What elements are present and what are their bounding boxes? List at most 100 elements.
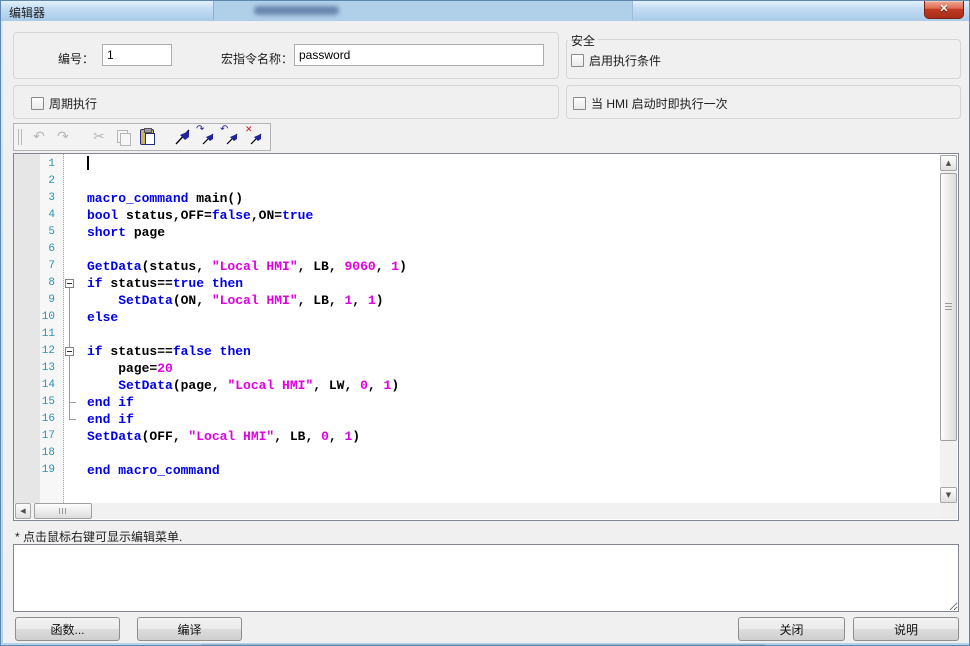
code-text[interactable]: short page <box>79 224 165 241</box>
paste-icon <box>140 129 154 145</box>
fold-margin <box>61 394 79 411</box>
scrollbar-corner <box>940 503 957 519</box>
code-text[interactable]: SetData(OFF, "Local HMI", LB, 0, 1) <box>79 428 360 445</box>
redo-button[interactable]: ↷ <box>52 126 74 148</box>
fold-margin <box>61 411 79 428</box>
scroll-up-button[interactable]: ▲ <box>940 155 957 171</box>
title-bar[interactable]: 编辑器 <box>1 1 970 21</box>
line-number: 19 <box>14 462 61 479</box>
code-line: 13 page=20 <box>14 360 940 377</box>
toolbar-grip[interactable] <box>18 129 22 145</box>
startup-label: 当 HMI 启动时即执行一次 <box>591 95 728 112</box>
code-line: 14 SetData(page, "Local HMI", LW, 0, 1) <box>14 377 940 394</box>
macro-name-input[interactable] <box>294 44 544 66</box>
cut-icon: ✂ <box>93 129 105 145</box>
code-line: 6 <box>14 241 940 258</box>
line-number: 14 <box>14 377 61 394</box>
fold-margin <box>61 428 79 445</box>
code-line: 2 <box>14 173 940 190</box>
copy-button[interactable] <box>112 126 134 148</box>
code-text[interactable]: end macro_command <box>79 462 220 479</box>
bookmark-prev-button[interactable]: ↶ <box>220 126 242 148</box>
compile-message-box[interactable] <box>13 544 959 612</box>
code-line: 5 short page <box>14 224 940 241</box>
code-line: 8 if status==true then <box>14 275 940 292</box>
code-line: 12 if status==false then <box>14 343 940 360</box>
functions-button[interactable]: 函数... <box>15 617 120 641</box>
code-line: 18 <box>14 445 940 462</box>
fold-margin <box>61 190 79 207</box>
fold-margin <box>61 241 79 258</box>
code-text[interactable] <box>79 445 87 462</box>
code-line: 7GetData(status, "Local HMI", LB, 9060, … <box>14 258 940 275</box>
vertical-scrollbar[interactable]: ▲ ▼ <box>940 155 957 503</box>
code-text[interactable]: SetData(page, "Local HMI", LW, 0, 1) <box>79 377 399 394</box>
code-editor[interactable]: 123macro_command main()4bool status,OFF=… <box>13 153 959 521</box>
line-number: 1 <box>14 156 61 173</box>
code-text[interactable]: if status==true then <box>79 275 243 292</box>
close-window-button[interactable]: ✕ <box>924 1 964 19</box>
fold-margin <box>61 326 79 343</box>
help-button[interactable]: 说明 <box>853 617 959 641</box>
enable-condition-row: 启用执行条件 <box>571 52 661 69</box>
scroll-left-button[interactable]: ◀ <box>15 503 31 519</box>
fold-margin <box>61 258 79 275</box>
code-text[interactable]: GetData(status, "Local HMI", LB, 9060, 1… <box>79 258 407 275</box>
code-text[interactable] <box>79 241 87 258</box>
code-lines[interactable]: 123macro_command main()4bool status,OFF=… <box>14 156 940 502</box>
code-text[interactable] <box>79 326 87 343</box>
code-line: 11 <box>14 326 940 343</box>
periodic-label: 周期执行 <box>49 95 97 112</box>
code-text[interactable]: macro_command main() <box>79 190 243 207</box>
close-button[interactable]: 关闭 <box>738 617 845 641</box>
vertical-scroll-thumb[interactable] <box>940 173 957 441</box>
fold-margin <box>61 445 79 462</box>
bookmark-flag-icon <box>174 128 192 146</box>
startup-checkbox[interactable] <box>573 97 586 110</box>
fold-collapse-marker[interactable] <box>61 275 79 292</box>
line-number: 12 <box>14 343 61 360</box>
horizontal-scroll-thumb[interactable] <box>34 503 92 519</box>
line-number: 5 <box>14 224 61 241</box>
horizontal-scrollbar[interactable]: ◀ ▶ <box>15 503 957 519</box>
next-arrow-icon: ↷ <box>196 124 204 135</box>
line-number: 16 <box>14 411 61 428</box>
scroll-down-button[interactable]: ▼ <box>940 487 957 503</box>
line-number: 8 <box>14 275 61 292</box>
code-text[interactable]: SetData(ON, "Local HMI", LB, 1, 1) <box>79 292 384 309</box>
enable-condition-checkbox[interactable] <box>571 54 584 67</box>
redo-icon: ↷ <box>57 129 69 145</box>
background-window-tab <box>213 1 633 20</box>
editor-dialog: 编辑器 ✕ 编号： 宏指令名称： 安全 启用执行条件 周期执行 当 HMI 启动… <box>0 0 970 646</box>
code-text[interactable]: page=20 <box>79 360 173 377</box>
bookmark-clear-button[interactable]: ✕ <box>244 126 266 148</box>
macro-id-input[interactable] <box>102 44 172 66</box>
line-number: 6 <box>14 241 61 258</box>
paste-button[interactable] <box>136 126 158 148</box>
fold-margin <box>61 224 79 241</box>
code-text[interactable]: end if <box>79 411 134 428</box>
cut-button[interactable]: ✂ <box>88 126 110 148</box>
code-line: 16 end if <box>14 411 940 428</box>
code-text[interactable]: if status==false then <box>79 343 251 360</box>
code-line: 4bool status,OFF=false,ON=true <box>14 207 940 224</box>
periodic-checkbox[interactable] <box>31 97 44 110</box>
bookmark-next-button[interactable]: ↷ <box>196 126 218 148</box>
fold-collapse-marker[interactable] <box>61 343 79 360</box>
compile-button[interactable]: 编译 <box>137 617 242 641</box>
fold-margin <box>61 309 79 326</box>
line-number: 10 <box>14 309 61 326</box>
undo-button[interactable]: ↶ <box>28 126 50 148</box>
code-line: 17SetData(OFF, "Local HMI", LB, 0, 1) <box>14 428 940 445</box>
bookmark-toggle-button[interactable] <box>172 126 194 148</box>
fold-margin <box>61 360 79 377</box>
fold-margin <box>61 462 79 479</box>
fold-margin <box>61 207 79 224</box>
code-text[interactable] <box>79 173 87 190</box>
text-caret <box>87 156 89 170</box>
code-text[interactable] <box>79 156 89 173</box>
code-text[interactable]: else <box>79 309 118 326</box>
code-text[interactable]: bool status,OFF=false,ON=true <box>79 207 313 224</box>
clear-x-icon: ✕ <box>245 125 253 135</box>
code-text[interactable]: end if <box>79 394 134 411</box>
